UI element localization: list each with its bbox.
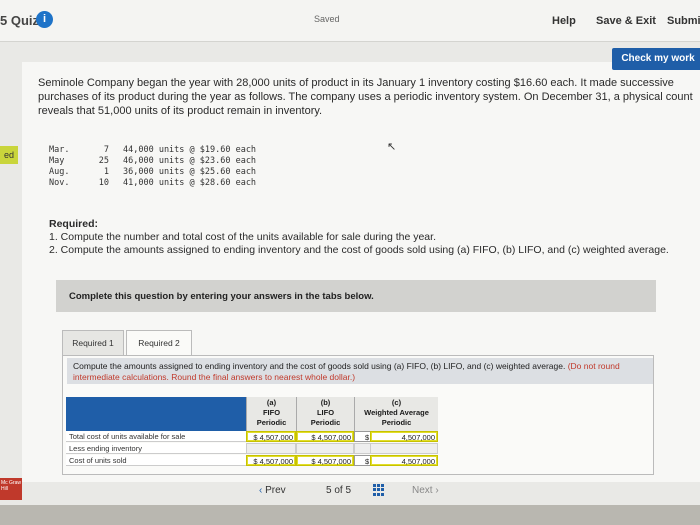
purchase-row: Aug. 1 36,000 units @ $25.60 each [49, 167, 256, 178]
chevron-left-icon: ‹ [259, 485, 263, 496]
mcgraw-hill-logo: Mc Graw Hill [0, 478, 22, 500]
weighted-cogs-input[interactable]: 4,507,000 [370, 455, 438, 466]
quiz-title: 5 Quiz [0, 13, 40, 28]
purchase-detail: 36,000 units @ $25.60 each [123, 167, 257, 177]
purchases-list: Mar. 7 44,000 units @ $19.60 each May 25 46,… [49, 145, 256, 189]
required-item-2: 2. Compute the amounts assigned to endin… [49, 244, 669, 256]
column-header-method: LIFO [316, 408, 335, 417]
prev-button[interactable]: ‹ Prev [259, 485, 286, 496]
check-my-work-button[interactable]: Check my work [612, 48, 700, 70]
lifo-cogs-input[interactable]: $ 4,507,000 [296, 455, 354, 466]
tab-instruction-main: Compute the amounts assigned to ending i… [73, 361, 566, 371]
save-exit-button[interactable]: Save & Exit [596, 15, 656, 27]
tab-required-2[interactable]: Required 2 [126, 330, 192, 356]
column-header-letter: (c) [391, 398, 402, 407]
purchase-row: Nov. 10 41,000 units @ $28.60 each [49, 178, 256, 189]
required-item-1: 1. Compute the number and total cost of … [49, 231, 436, 243]
purchase-month: Aug. [49, 167, 70, 177]
column-header-lifo: (b) LIFO Periodic [296, 397, 354, 431]
next-label: Next [412, 485, 433, 496]
row-label-cost-of-units-sold: Cost of units sold [66, 455, 246, 466]
column-header-fifo: (a) FIFO Periodic [246, 397, 296, 431]
next-button[interactable]: Next › [412, 485, 439, 496]
prev-label: Prev [265, 485, 286, 496]
top-bar: 5 Quiz i Saved Help Save & Exit Submit [0, 0, 700, 42]
column-header-method: Weighted Average [364, 408, 429, 417]
bottom-edge [0, 505, 700, 525]
info-icon[interactable]: i [36, 11, 53, 28]
purchase-month: Mar. [49, 145, 70, 155]
saved-status: Saved [314, 14, 340, 24]
help-button[interactable]: Help [552, 15, 576, 27]
row-label-ending-inventory: Less ending inventory [66, 443, 246, 454]
instruction-banner: Complete this question by entering your … [56, 280, 656, 312]
column-header-system: Periodic [381, 418, 412, 427]
required-heading: Required: [49, 218, 99, 230]
weighted-ending-inventory-input[interactable] [370, 443, 438, 454]
purchase-detail: 44,000 units @ $19.60 each [123, 145, 257, 155]
tab-required-1[interactable]: Required 1 [62, 330, 124, 356]
purchase-day: 10 [98, 178, 109, 188]
purchase-month: May [49, 156, 65, 166]
purchase-row: May 25 46,000 units @ $23.60 each [49, 156, 256, 167]
weighted-total-cost-input[interactable]: 4,507,000 [370, 431, 438, 442]
dollar-sign: $ [354, 431, 370, 442]
column-header-system: Periodic [256, 418, 287, 427]
instruction-banner-text: Complete this question by entering your … [69, 291, 374, 302]
dollar-sign: $ [354, 455, 370, 466]
tab-instruction: Compute the amounts assigned to ending i… [67, 358, 653, 384]
mouse-cursor-icon: ↖ [387, 141, 397, 153]
column-header-letter: (b) [320, 398, 331, 407]
side-tab[interactable]: ed [0, 146, 18, 164]
chevron-right-icon: › [435, 485, 439, 496]
problem-statement: Seminole Company began the year with 28,… [38, 77, 693, 117]
purchase-month: Nov. [49, 178, 70, 188]
page-indicator: 5 of 5 [326, 485, 352, 496]
fifo-total-cost-input[interactable]: $ 4,507,000 [246, 431, 296, 442]
purchase-day: 25 [98, 156, 109, 166]
purchase-detail: 41,000 units @ $28.60 each [123, 178, 257, 188]
purchase-day: 1 [103, 167, 109, 177]
required-section: Required: 1. Compute the number and tota… [49, 218, 689, 257]
row-label-total-cost: Total cost of units available for sale [66, 431, 246, 442]
column-header-weighted-average: (c) Weighted Average Periodic [354, 397, 438, 431]
purchase-row: Mar. 7 44,000 units @ $19.60 each [49, 145, 256, 156]
lifo-ending-inventory-input[interactable] [296, 443, 354, 454]
purchase-day: 7 [103, 145, 109, 155]
dollar-sign [354, 443, 370, 454]
column-header-method: FIFO [262, 408, 281, 417]
lifo-total-cost-input[interactable]: $ 4,507,000 [296, 431, 354, 442]
table-header-corner [66, 397, 246, 431]
submit-button[interactable]: Submit [667, 15, 700, 27]
column-header-system: Periodic [310, 418, 341, 427]
fifo-cogs-input[interactable]: $ 4,507,000 [246, 455, 296, 466]
column-header-letter: (a) [266, 398, 277, 407]
grid-icon[interactable] [373, 484, 385, 496]
purchase-detail: 46,000 units @ $23.60 each [123, 156, 257, 166]
fifo-ending-inventory-input[interactable] [246, 443, 296, 454]
